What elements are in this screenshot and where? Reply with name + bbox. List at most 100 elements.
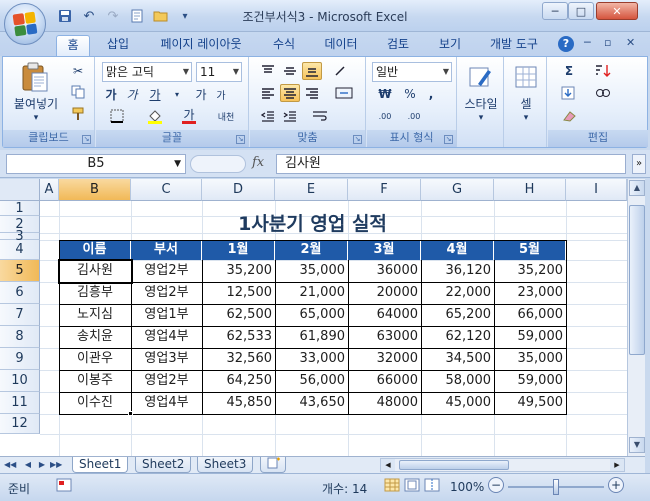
- align-bottom-icon[interactable]: [302, 62, 322, 80]
- column-header-a[interactable]: A: [40, 179, 59, 201]
- page-layout-view-icon[interactable]: [404, 478, 420, 495]
- table-cell[interactable]: 노지심: [59, 304, 131, 326]
- table-cell[interactable]: 48000: [348, 392, 421, 414]
- copy-icon[interactable]: [69, 83, 87, 101]
- grow-font-button[interactable]: 가: [192, 85, 210, 103]
- cells-button[interactable]: 셀: [505, 97, 547, 111]
- row-header-10[interactable]: 10: [0, 370, 40, 392]
- tab-data[interactable]: 데이터: [318, 35, 364, 56]
- insert-function-button[interactable]: fx: [252, 155, 264, 170]
- table-cell[interactable]: 34,500: [421, 348, 494, 370]
- table-cell[interactable]: 송치윤: [59, 326, 131, 348]
- increase-indent-icon[interactable]: [280, 107, 300, 125]
- column-header-b[interactable]: B: [59, 179, 131, 201]
- table-cell[interactable]: 영업2부: [131, 370, 202, 392]
- paste-icon[interactable]: [17, 61, 53, 95]
- table-cell[interactable]: 36000: [348, 260, 421, 282]
- style-button[interactable]: 스타일: [458, 97, 504, 111]
- open-icon[interactable]: [152, 7, 170, 25]
- name-box[interactable]: B5 ▼: [6, 154, 186, 174]
- row-header-7[interactable]: 7: [0, 304, 40, 326]
- table-cell[interactable]: 21,000: [275, 282, 348, 304]
- table-header-cell[interactable]: 4월: [421, 240, 494, 260]
- decrease-decimal-button[interactable]: .00: [401, 107, 427, 125]
- row-header-11[interactable]: 11: [0, 392, 40, 414]
- tab-view[interactable]: 보기: [432, 35, 468, 56]
- last-sheet-icon[interactable]: ▶▶: [50, 458, 62, 472]
- table-header-cell[interactable]: 1월: [202, 240, 275, 260]
- normal-view-icon[interactable]: [384, 478, 400, 495]
- comma-button[interactable]: ,: [422, 85, 440, 103]
- worksheet-grid[interactable]: A B C D E F G H I 1 2 3 4 5 6 7 8 9 10 11 12 1사분기 영업 실적 이름 부서 1월…: [0, 179, 627, 456]
- table-cell[interactable]: 66,000: [494, 304, 566, 326]
- phonetic-button[interactable]: 내천: [212, 107, 240, 125]
- column-header-d[interactable]: D: [202, 179, 275, 201]
- fill-handle[interactable]: [128, 411, 133, 416]
- table-cell[interactable]: 20000: [348, 282, 421, 304]
- find-select-icon[interactable]: [588, 84, 618, 102]
- table-cell[interactable]: 이관우: [59, 348, 131, 370]
- scroll-left-icon[interactable]: ◀: [381, 459, 395, 471]
- table-cell[interactable]: 45,000: [421, 392, 494, 414]
- row-header-1[interactable]: 1: [0, 201, 40, 216]
- row-header-5[interactable]: 5: [0, 260, 40, 282]
- zoom-out-button[interactable]: −: [488, 477, 504, 493]
- cut-icon[interactable]: ✂: [69, 62, 87, 80]
- decrease-indent-icon[interactable]: [258, 107, 278, 125]
- clipboard-launcher-icon[interactable]: ↘: [82, 135, 91, 144]
- align-left-icon[interactable]: [258, 84, 278, 102]
- align-top-icon[interactable]: [258, 62, 278, 80]
- tab-formulas[interactable]: 수식: [266, 35, 302, 56]
- column-header-g[interactable]: G: [421, 179, 494, 201]
- column-header-i[interactable]: I: [566, 179, 627, 201]
- ribbon-close-icon[interactable]: ✕: [626, 36, 635, 49]
- table-header-cell[interactable]: 이름: [59, 240, 131, 260]
- align-right-icon[interactable]: [302, 84, 322, 102]
- sheet-tab-3[interactable]: Sheet3: [197, 457, 254, 473]
- new-icon[interactable]: [128, 7, 146, 25]
- table-header-cell[interactable]: 3월: [348, 240, 421, 260]
- align-center-icon[interactable]: [280, 84, 300, 102]
- sheet-tab-2[interactable]: Sheet2: [135, 457, 192, 473]
- sort-filter-icon[interactable]: [588, 62, 618, 80]
- row-header-4[interactable]: 4: [0, 240, 40, 260]
- close-button[interactable]: ✕: [596, 2, 638, 20]
- table-cell[interactable]: 32000: [348, 348, 421, 370]
- table-cell[interactable]: 58,000: [421, 370, 494, 392]
- table-cell[interactable]: 56,000: [275, 370, 348, 392]
- underline-button[interactable]: 가: [144, 85, 166, 103]
- prev-sheet-icon[interactable]: ◀: [22, 458, 34, 472]
- ribbon-restore-icon[interactable]: ▫: [604, 36, 611, 49]
- table-cell[interactable]: 62,533: [202, 326, 275, 348]
- font-size-combo[interactable]: 11 ▼: [196, 62, 242, 82]
- scroll-up-icon[interactable]: ▲: [629, 180, 645, 196]
- table-cell[interactable]: 23,000: [494, 282, 566, 304]
- table-cell[interactable]: 영업2부: [131, 260, 202, 282]
- autosum-button[interactable]: Σ: [554, 62, 584, 80]
- row-header-12[interactable]: 12: [0, 414, 40, 434]
- table-cell[interactable]: 65,000: [275, 304, 348, 326]
- scroll-down-icon[interactable]: ▼: [629, 437, 645, 453]
- table-cell[interactable]: 영업4부: [131, 326, 202, 348]
- row-header-3[interactable]: 3: [0, 230, 40, 243]
- orientation-icon[interactable]: [328, 62, 354, 80]
- formula-input[interactable]: 김사원: [276, 154, 626, 174]
- scroll-thumb[interactable]: [629, 205, 645, 355]
- table-cell[interactable]: 62,120: [421, 326, 494, 348]
- formula-divider-handle[interactable]: [190, 155, 246, 173]
- office-button[interactable]: [4, 3, 46, 45]
- sheet-title[interactable]: 1사분기 영업 실적: [59, 215, 566, 234]
- table-cell[interactable]: 64,250: [202, 370, 275, 392]
- number-format-combo[interactable]: 일반 ▼: [372, 62, 452, 82]
- save-icon[interactable]: [56, 7, 74, 25]
- fill-color-icon[interactable]: [140, 107, 170, 125]
- table-cell[interactable]: 64000: [348, 304, 421, 326]
- maximize-button[interactable]: □: [568, 2, 594, 20]
- table-cell[interactable]: 36,120: [421, 260, 494, 282]
- wrap-text-icon[interactable]: [306, 107, 336, 125]
- format-painter-icon[interactable]: [69, 105, 87, 123]
- expand-formula-bar-icon[interactable]: »: [632, 154, 646, 174]
- table-cell[interactable]: 33,000: [275, 348, 348, 370]
- column-header-c[interactable]: C: [131, 179, 202, 201]
- table-cell[interactable]: 영업4부: [131, 392, 202, 414]
